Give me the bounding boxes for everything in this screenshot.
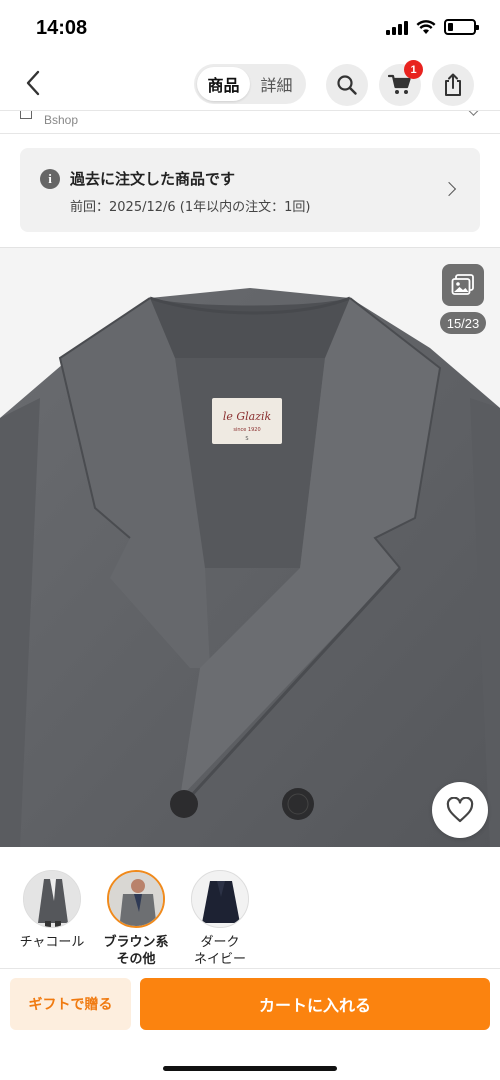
favorite-button[interactable] bbox=[432, 782, 488, 838]
chevron-down-icon bbox=[467, 111, 480, 116]
variant-swatch-brown bbox=[107, 870, 165, 928]
battery-level bbox=[448, 23, 453, 31]
shop-name: Bshop bbox=[44, 113, 79, 127]
gallery-icon bbox=[451, 274, 474, 295]
product-image-gallery[interactable]: le Glazik since 1920 S 15/23 bbox=[0, 247, 500, 847]
view-tabs: 商品 詳細 bbox=[194, 64, 306, 104]
wifi-icon bbox=[416, 20, 436, 34]
search-icon bbox=[337, 75, 357, 95]
signal-icon bbox=[386, 19, 408, 35]
info-icon: i bbox=[40, 169, 60, 189]
tab-product[interactable]: 商品 bbox=[197, 67, 250, 101]
variant-brown[interactable]: ブラウン系 その他 bbox=[98, 848, 174, 968]
label-sub: since 1920 bbox=[233, 427, 260, 433]
variant-label-charcoal: チャコール bbox=[19, 935, 85, 950]
past-order-notice[interactable]: i 過去に注文した商品です 前回：2025/12/6 (1年以内の注文：1回) bbox=[20, 148, 480, 232]
search-button[interactable] bbox=[326, 64, 368, 106]
status-icons bbox=[386, 19, 479, 35]
variant-swatch-dark-navy bbox=[191, 870, 249, 928]
shop-strip[interactable]: Bshop bbox=[0, 110, 500, 134]
variant-label-dark-navy: ダーク ネイビー bbox=[193, 935, 246, 967]
status-time: 14:08 bbox=[36, 17, 88, 39]
cart-button[interactable]: 1 bbox=[379, 60, 423, 106]
gift-button[interactable]: ギフトで贈る bbox=[10, 978, 131, 1030]
share-button[interactable] bbox=[432, 64, 474, 106]
battery-icon bbox=[444, 19, 479, 35]
tab-details[interactable]: 詳細 bbox=[250, 67, 303, 101]
heart-icon bbox=[446, 797, 474, 823]
nav-bar: 商品 詳細 1 bbox=[0, 58, 500, 110]
add-to-cart-button[interactable]: カートに入れる bbox=[140, 978, 490, 1030]
share-icon bbox=[445, 73, 461, 96]
color-variants: チャコール ブラウン系 その他 ダーク ネイビー bbox=[0, 848, 500, 968]
label-logo: le Glazik bbox=[223, 410, 272, 423]
status-bar: 14:08 bbox=[0, 0, 500, 58]
variant-label-brown: ブラウン系 その他 bbox=[103, 935, 169, 967]
order-notice-title: 過去に注文した商品です bbox=[70, 170, 236, 188]
order-notice-subtitle: 前回：2025/12/6 (1年以内の注文：1回) bbox=[70, 200, 311, 215]
chevron-right-icon bbox=[441, 181, 457, 197]
variant-charcoal[interactable]: チャコール bbox=[14, 848, 90, 968]
gallery-button[interactable] bbox=[442, 264, 484, 306]
back-button[interactable] bbox=[16, 66, 50, 100]
label-size: S bbox=[245, 436, 248, 442]
product-photo: le Glazik since 1920 S bbox=[0, 248, 500, 847]
shop-icon bbox=[20, 111, 32, 119]
home-indicator[interactable] bbox=[163, 1066, 337, 1071]
chevron-left-icon bbox=[26, 70, 40, 96]
variant-swatch-charcoal bbox=[23, 870, 81, 928]
variant-dark-navy[interactable]: ダーク ネイビー bbox=[182, 848, 258, 968]
cart-badge: 1 bbox=[404, 60, 423, 79]
action-bar: ギフトで贈る カートに入れる bbox=[0, 968, 500, 1080]
image-counter: 15/23 bbox=[440, 312, 486, 334]
